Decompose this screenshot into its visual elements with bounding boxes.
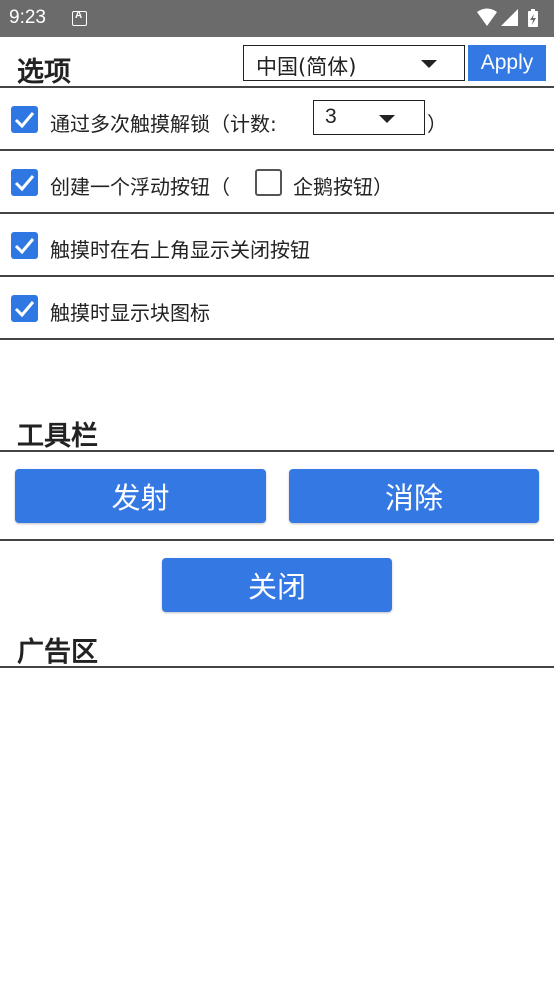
show-block-icon-label: 触摸时显示块图标 (50, 301, 210, 325)
signal-icon (501, 9, 518, 26)
show-block-icon-checkbox[interactable] (11, 295, 38, 322)
check-icon (14, 301, 35, 318)
system-status-icons (477, 8, 538, 27)
ad-area (0, 668, 554, 984)
check-icon (14, 175, 35, 192)
toolbar-section-title: 工具栏 (17, 421, 98, 452)
divider (0, 86, 554, 88)
multi-touch-unlock-label: 通过多次触摸解锁（计数: (50, 112, 277, 136)
ad-area-title: 广告区 (17, 637, 98, 668)
touch-count-value: 3 (325, 105, 337, 128)
divider (0, 450, 554, 452)
wifi-icon (477, 8, 497, 26)
show-close-button-label: 触摸时在右上角显示关闭按钮 (50, 238, 310, 262)
page-title: 选项 (17, 57, 71, 88)
apply-button[interactable]: Apply (468, 45, 546, 81)
language-select[interactable]: 中国(简体) (243, 45, 465, 81)
status-bar: 9:23 (0, 0, 554, 37)
notification-a-icon (72, 10, 87, 26)
chevron-down-icon (421, 60, 437, 68)
penguin-button-label: 企鹅按钮） (293, 175, 393, 199)
battery-icon (528, 9, 538, 27)
chevron-down-icon (379, 115, 395, 123)
multi-touch-unlock-checkbox[interactable] (11, 106, 38, 133)
penguin-button-checkbox[interactable] (255, 169, 282, 196)
check-icon (14, 238, 35, 255)
divider (0, 539, 554, 541)
touch-count-select[interactable]: 3 (313, 100, 425, 135)
floating-button-label: 创建一个浮动按钮（ (50, 175, 230, 199)
divider (0, 338, 554, 340)
divider (0, 149, 554, 151)
check-icon (14, 112, 35, 129)
floating-button-checkbox[interactable] (11, 169, 38, 196)
divider (0, 212, 554, 214)
language-select-value: 中国(简体) (256, 55, 357, 79)
clear-button[interactable]: 消除 (289, 469, 539, 523)
launch-button[interactable]: 发射 (15, 469, 266, 523)
status-time: 9:23 (9, 7, 46, 28)
show-close-button-checkbox[interactable] (11, 232, 38, 259)
divider (0, 275, 554, 277)
close-paren: ） (427, 112, 447, 136)
close-button[interactable]: 关闭 (162, 558, 392, 612)
